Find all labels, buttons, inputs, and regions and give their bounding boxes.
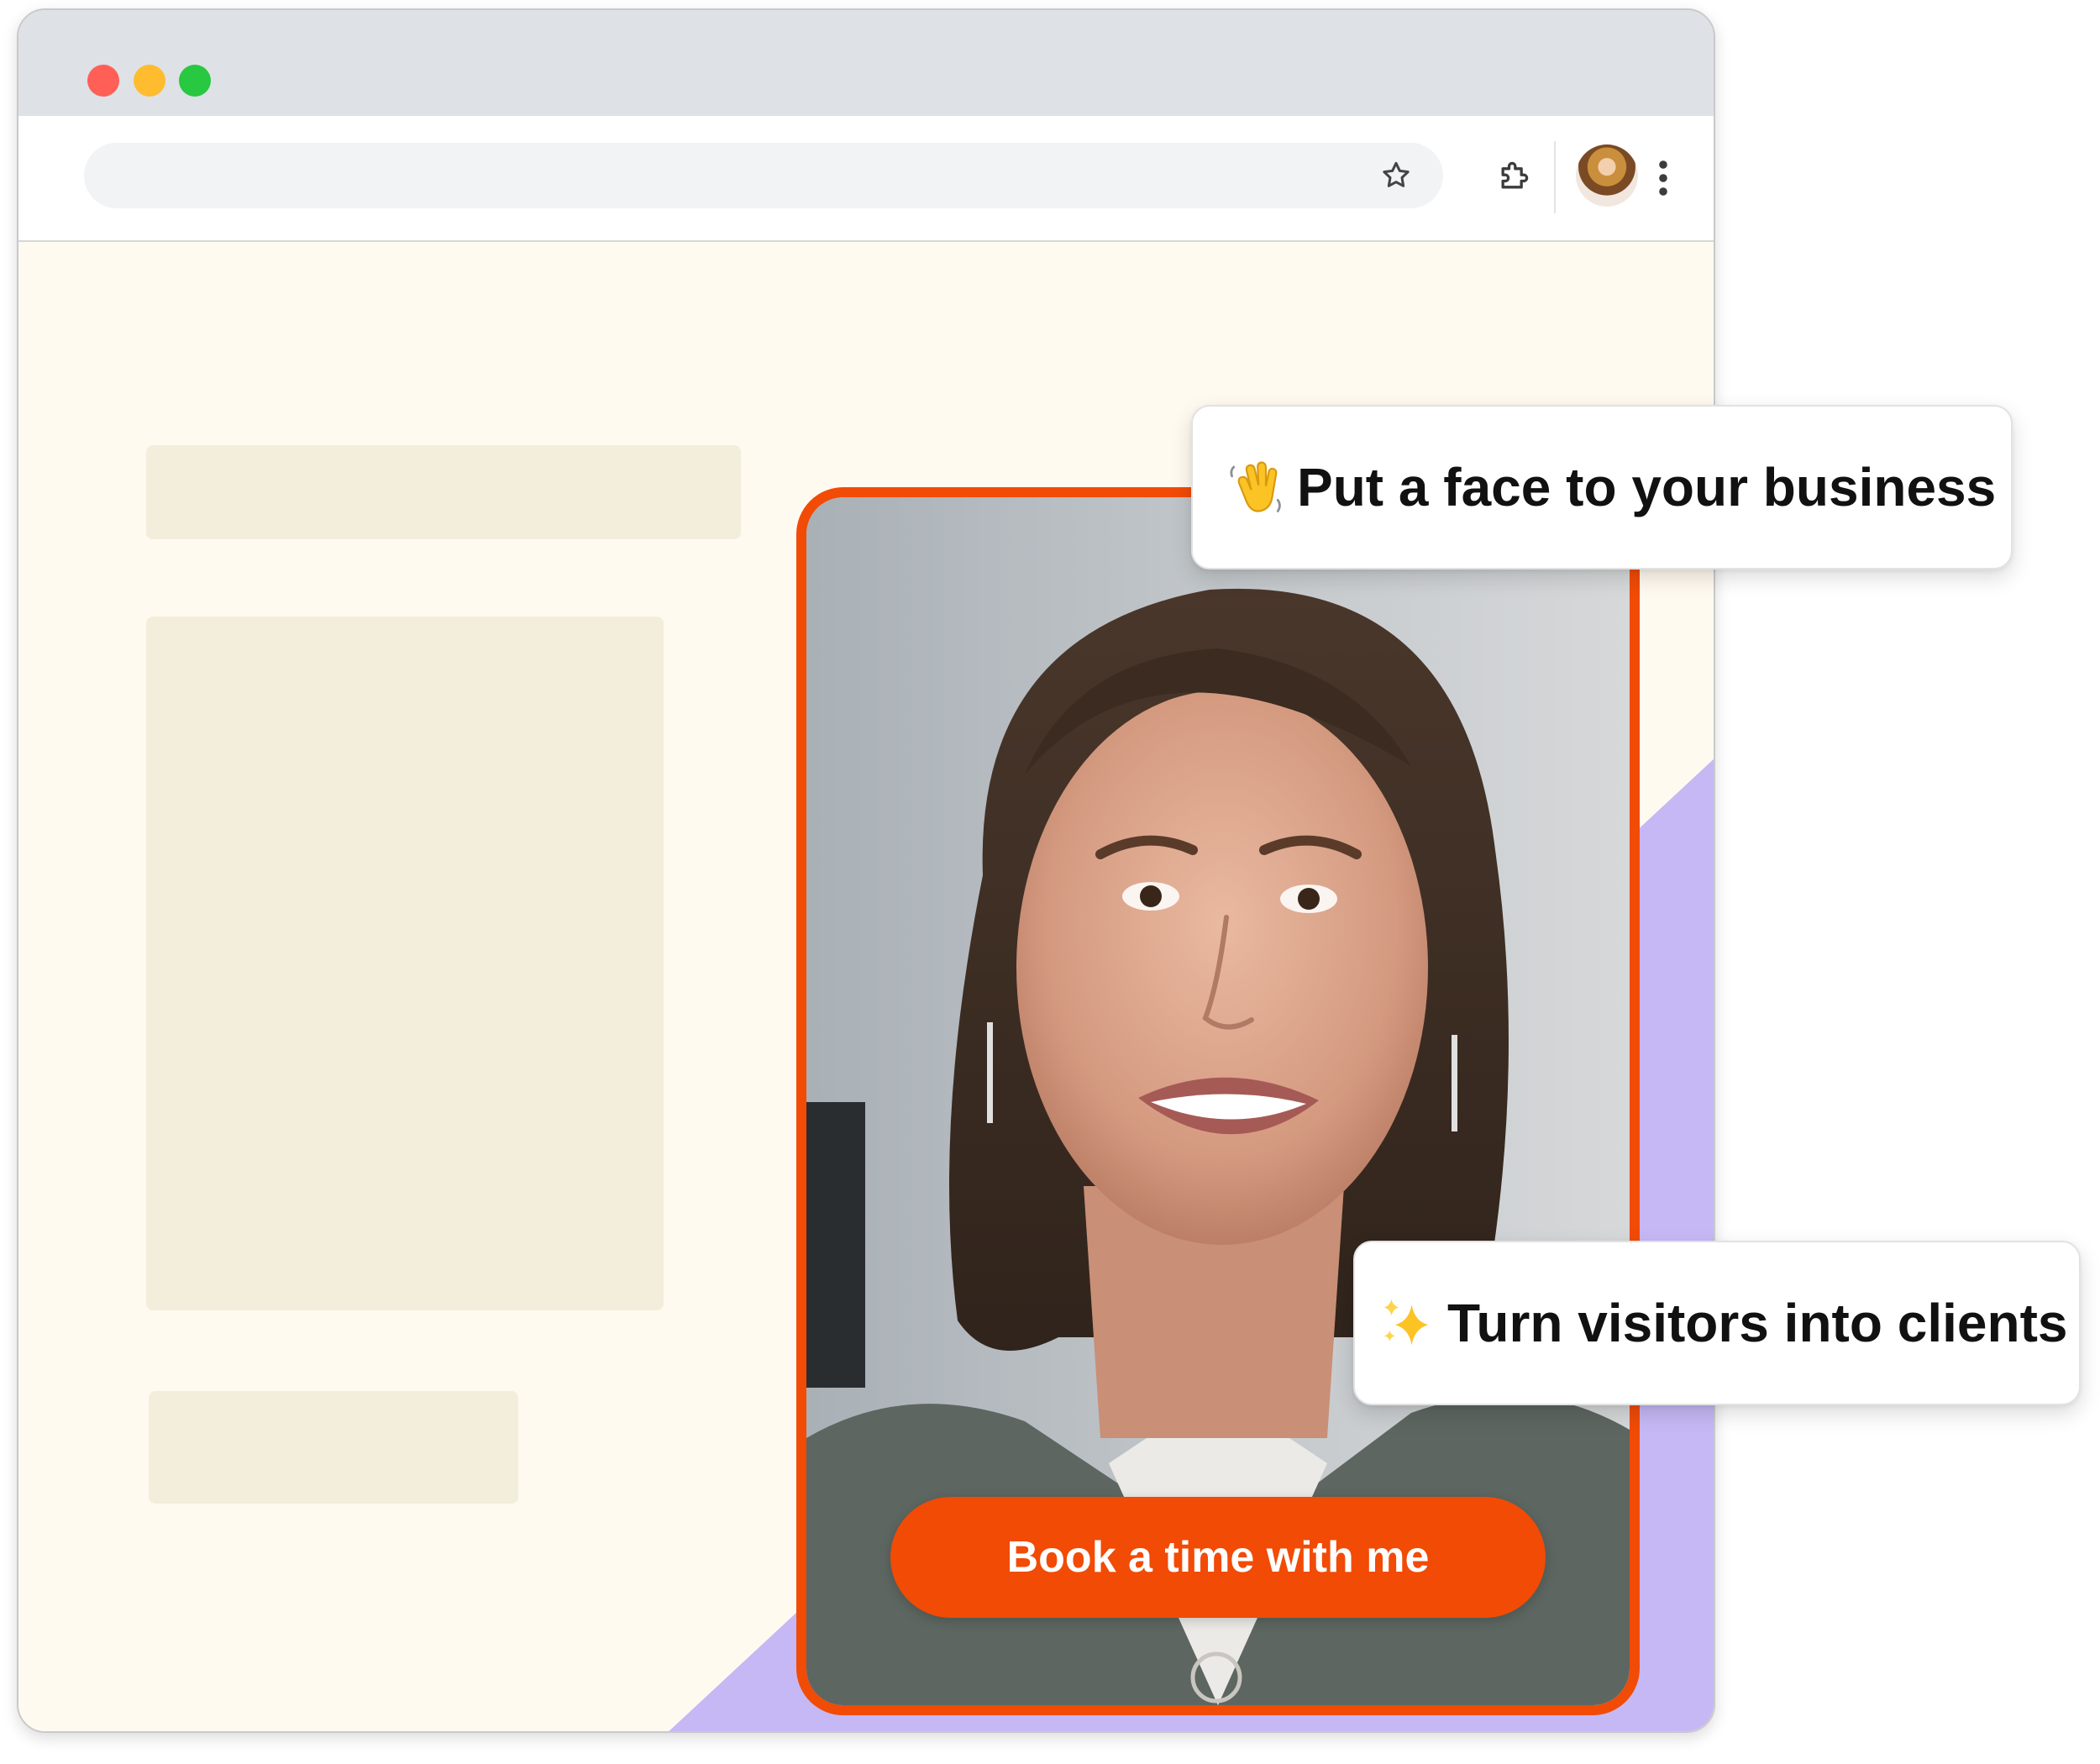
waving-hand-icon: [1226, 458, 1285, 517]
star-icon[interactable]: [1379, 159, 1413, 192]
sparkles-icon: [1377, 1294, 1436, 1352]
zoom-window-button[interactable]: [179, 65, 211, 97]
callout-text: Turn visitors into clients: [1447, 1293, 2068, 1353]
avatar[interactable]: [1576, 144, 1638, 207]
browser-toolbar: [18, 116, 1714, 242]
more-options-icon[interactable]: [1655, 158, 1672, 198]
extensions-icon[interactable]: [1495, 158, 1532, 195]
toolbar-divider: [1554, 141, 1556, 213]
callout-put-a-face: Put a face to your business: [1191, 405, 2013, 570]
placeholder-button: [149, 1391, 518, 1504]
close-window-button[interactable]: [87, 65, 119, 97]
minimize-window-button[interactable]: [134, 65, 165, 97]
callout-turn-visitors: Turn visitors into clients: [1353, 1241, 2081, 1405]
placeholder-heading: [146, 445, 741, 539]
placeholder-image: [146, 617, 664, 1310]
title-bar: [18, 10, 1714, 116]
book-time-button[interactable]: Book a time with me: [890, 1497, 1546, 1618]
address-bar[interactable]: [84, 143, 1443, 208]
callout-text: Put a face to your business: [1297, 457, 1997, 517]
video-widget[interactable]: Book a time with me: [796, 487, 1640, 1715]
